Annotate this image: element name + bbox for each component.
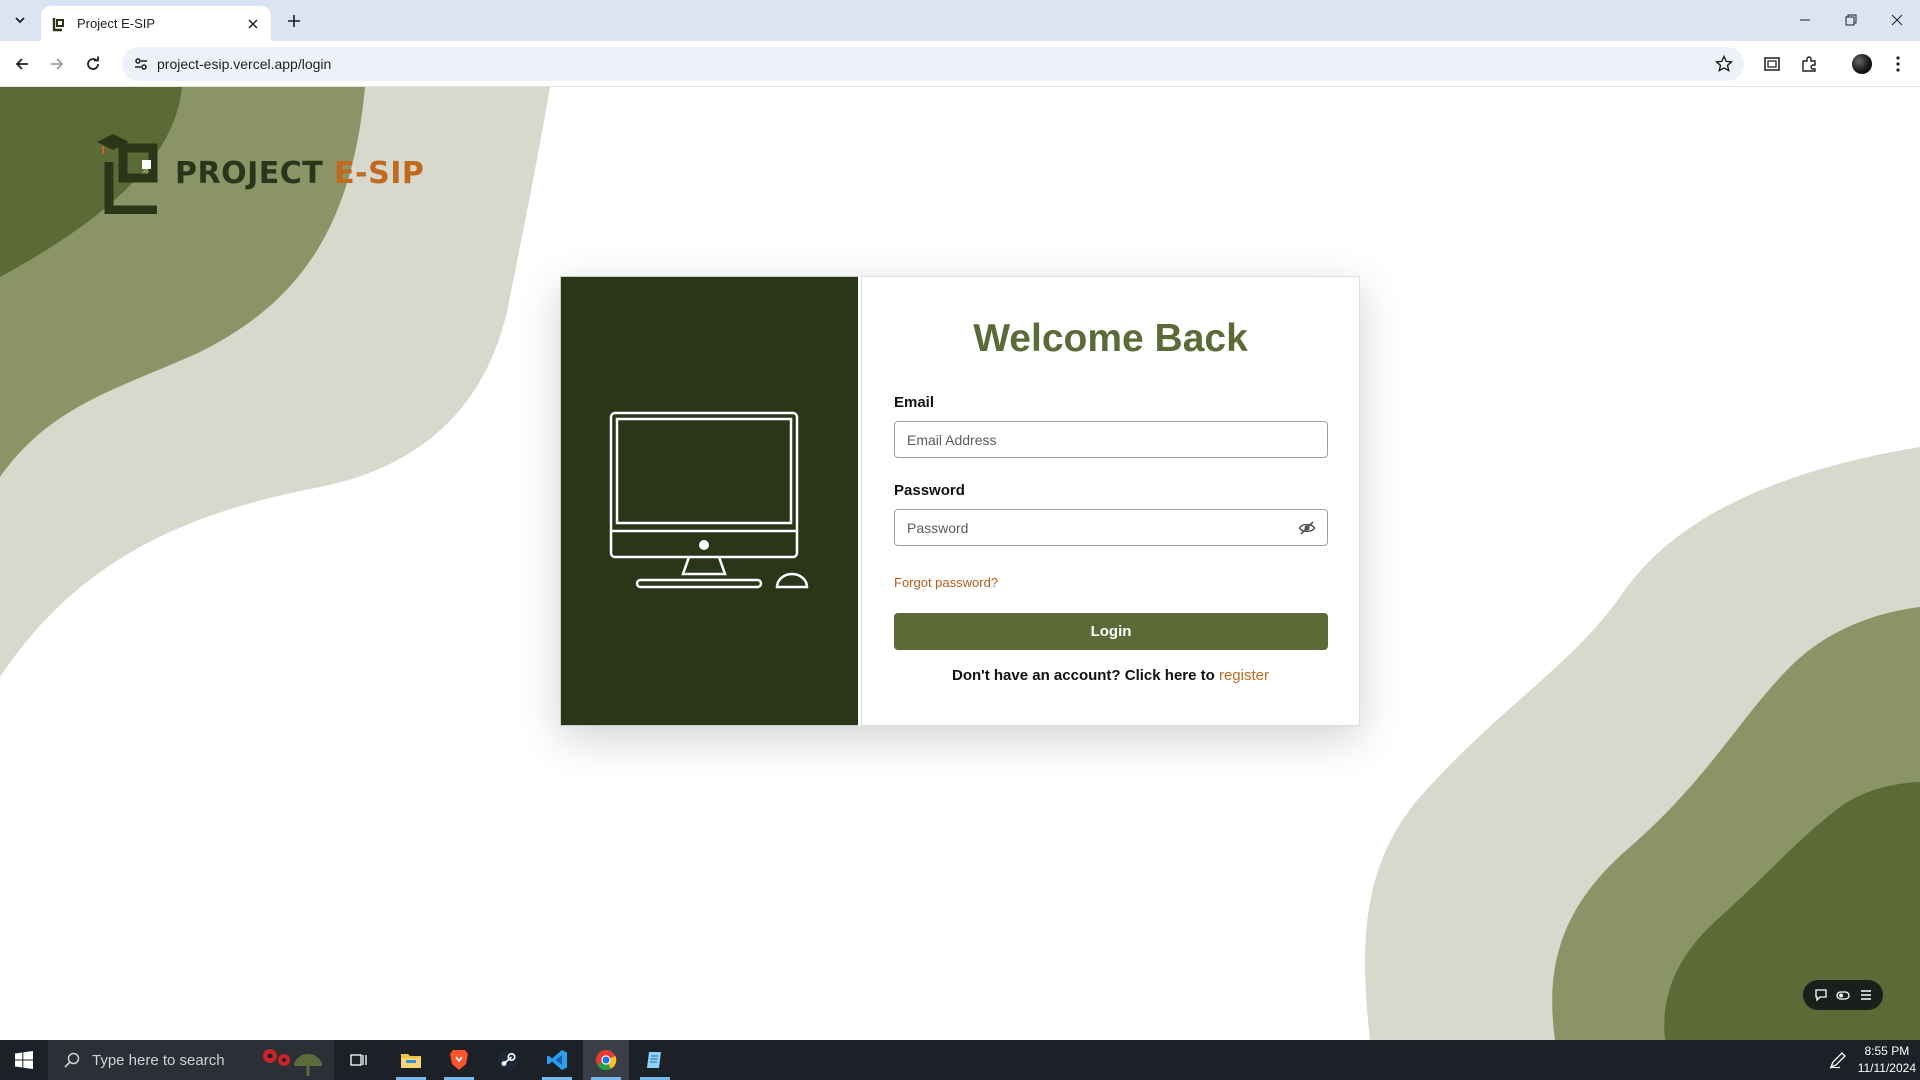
taskbar-file-explorer[interactable] <box>388 1040 434 1080</box>
password-label: Password <box>894 482 965 499</box>
tab-title: Project E-SIP <box>77 16 156 31</box>
reload-icon <box>85 56 101 72</box>
eye-off-icon[interactable] <box>1297 518 1317 538</box>
taskbar-brave[interactable] <box>436 1040 482 1080</box>
cast-button[interactable] <box>1757 49 1787 79</box>
logo-text-esip: E-SIP <box>334 155 425 191</box>
site-logo[interactable]: PROJECT E-SIP <box>95 122 424 214</box>
profile-button[interactable] <box>1847 49 1877 79</box>
logo-mark-icon <box>95 122 167 214</box>
brave-icon <box>449 1049 469 1071</box>
toggle-icon[interactable] <box>1834 986 1852 1004</box>
login-button[interactable]: Login <box>894 613 1328 650</box>
search-highlight-art-icon <box>263 1049 322 1076</box>
restore-icon <box>1845 14 1857 26</box>
chevron-down-icon <box>14 14 26 26</box>
login-illustration-panel <box>560 276 858 726</box>
address-bar[interactable]: project-esip.vercel.app/login <box>122 47 1744 81</box>
clock-date: 11/11/2024 <box>1857 1061 1916 1075</box>
page-title: Welcome Back <box>973 317 1248 360</box>
task-view-icon <box>350 1052 368 1068</box>
floating-toolbar-widget <box>1803 980 1883 1010</box>
profile-icon <box>1852 54 1872 74</box>
taskbar-steam[interactable] <box>485 1040 531 1080</box>
minimize-button[interactable] <box>1782 0 1828 40</box>
menu-icon[interactable] <box>1857 986 1875 1004</box>
register-prompt-text: Don't have an account? Click here to <box>952 667 1219 684</box>
taskbar-search-placeholder: Type here to search <box>92 1051 225 1069</box>
more-menu-button[interactable] <box>1883 49 1913 79</box>
email-field-wrapper <box>894 421 1328 458</box>
taskbar-chrome[interactable] <box>583 1040 629 1080</box>
logo-text: PROJECT E-SIP <box>175 156 424 191</box>
register-prompt: Don't have an account? Click here to reg… <box>862 667 1359 684</box>
decorative-wave-bottom-right <box>1365 447 1920 1040</box>
taskbar-notepad[interactable] <box>632 1040 678 1080</box>
restore-button[interactable] <box>1828 0 1874 40</box>
browser-tab-active[interactable]: Project E-SIP <box>41 6 271 41</box>
pen-icon[interactable] <box>1828 1050 1848 1070</box>
extensions-button[interactable] <box>1794 49 1824 79</box>
task-view-button[interactable] <box>336 1040 382 1080</box>
page-viewport: PROJECT E-SIP Welcome Back Email Passwor… <box>0 87 1920 1040</box>
window-close-button[interactable] <box>1874 0 1920 40</box>
login-form-panel: Welcome Back Email Password Forgot passw… <box>861 276 1360 726</box>
password-field-wrapper <box>894 509 1328 546</box>
reload-button[interactable] <box>78 49 108 79</box>
monitor-illustration <box>609 411 809 589</box>
extensions-icon <box>1800 55 1818 73</box>
password-field[interactable] <box>895 510 1327 545</box>
file-explorer-icon <box>400 1051 422 1069</box>
forgot-password-link[interactable]: Forgot password? <box>894 575 998 590</box>
email-label: Email <box>894 394 935 411</box>
window-close-icon <box>1891 14 1903 26</box>
login-card: Welcome Back Email Password Forgot passw… <box>560 276 1360 726</box>
new-tab-button[interactable] <box>282 9 306 33</box>
email-field[interactable] <box>895 422 1327 457</box>
taskbar-search-box[interactable]: Type here to search <box>48 1040 334 1080</box>
cast-icon <box>1763 55 1781 73</box>
tab-search-button[interactable] <box>9 9 31 31</box>
steam-icon <box>497 1049 519 1071</box>
more-icon <box>1896 56 1900 72</box>
browser-toolbar: project-esip.vercel.app/login <box>0 41 1920 87</box>
site-info-icon[interactable] <box>129 52 153 76</box>
clock-time: 8:55 PM <box>1864 1044 1910 1058</box>
chrome-icon <box>595 1049 617 1071</box>
notepad-icon <box>645 1050 665 1070</box>
chat-icon[interactable] <box>1812 986 1830 1004</box>
taskbar-clock[interactable]: 8:55 PM 11/11/2024 <box>1858 1043 1916 1077</box>
browser-tabstrip: Project E-SIP <box>0 0 1920 41</box>
forward-button[interactable] <box>42 49 72 79</box>
close-icon[interactable] <box>245 16 261 32</box>
register-link[interactable]: register <box>1219 667 1269 684</box>
plus-icon <box>287 14 301 28</box>
search-icon <box>62 1050 82 1070</box>
minimize-icon <box>1799 14 1811 26</box>
windows-icon <box>15 1051 33 1069</box>
start-button[interactable] <box>0 1040 48 1080</box>
vscode-icon <box>546 1049 568 1071</box>
star-icon[interactable] <box>1712 52 1736 76</box>
favicon-icon <box>51 16 67 32</box>
logo-text-project: PROJECT <box>175 155 335 191</box>
back-icon <box>14 56 30 72</box>
windows-taskbar: Type here to search 8:55 PM 11/11/2024 <box>0 1040 1920 1080</box>
forward-icon <box>49 56 65 72</box>
back-button[interactable] <box>7 49 37 79</box>
url-text: project-esip.vercel.app/login <box>157 56 332 72</box>
taskbar-vscode[interactable] <box>534 1040 580 1080</box>
